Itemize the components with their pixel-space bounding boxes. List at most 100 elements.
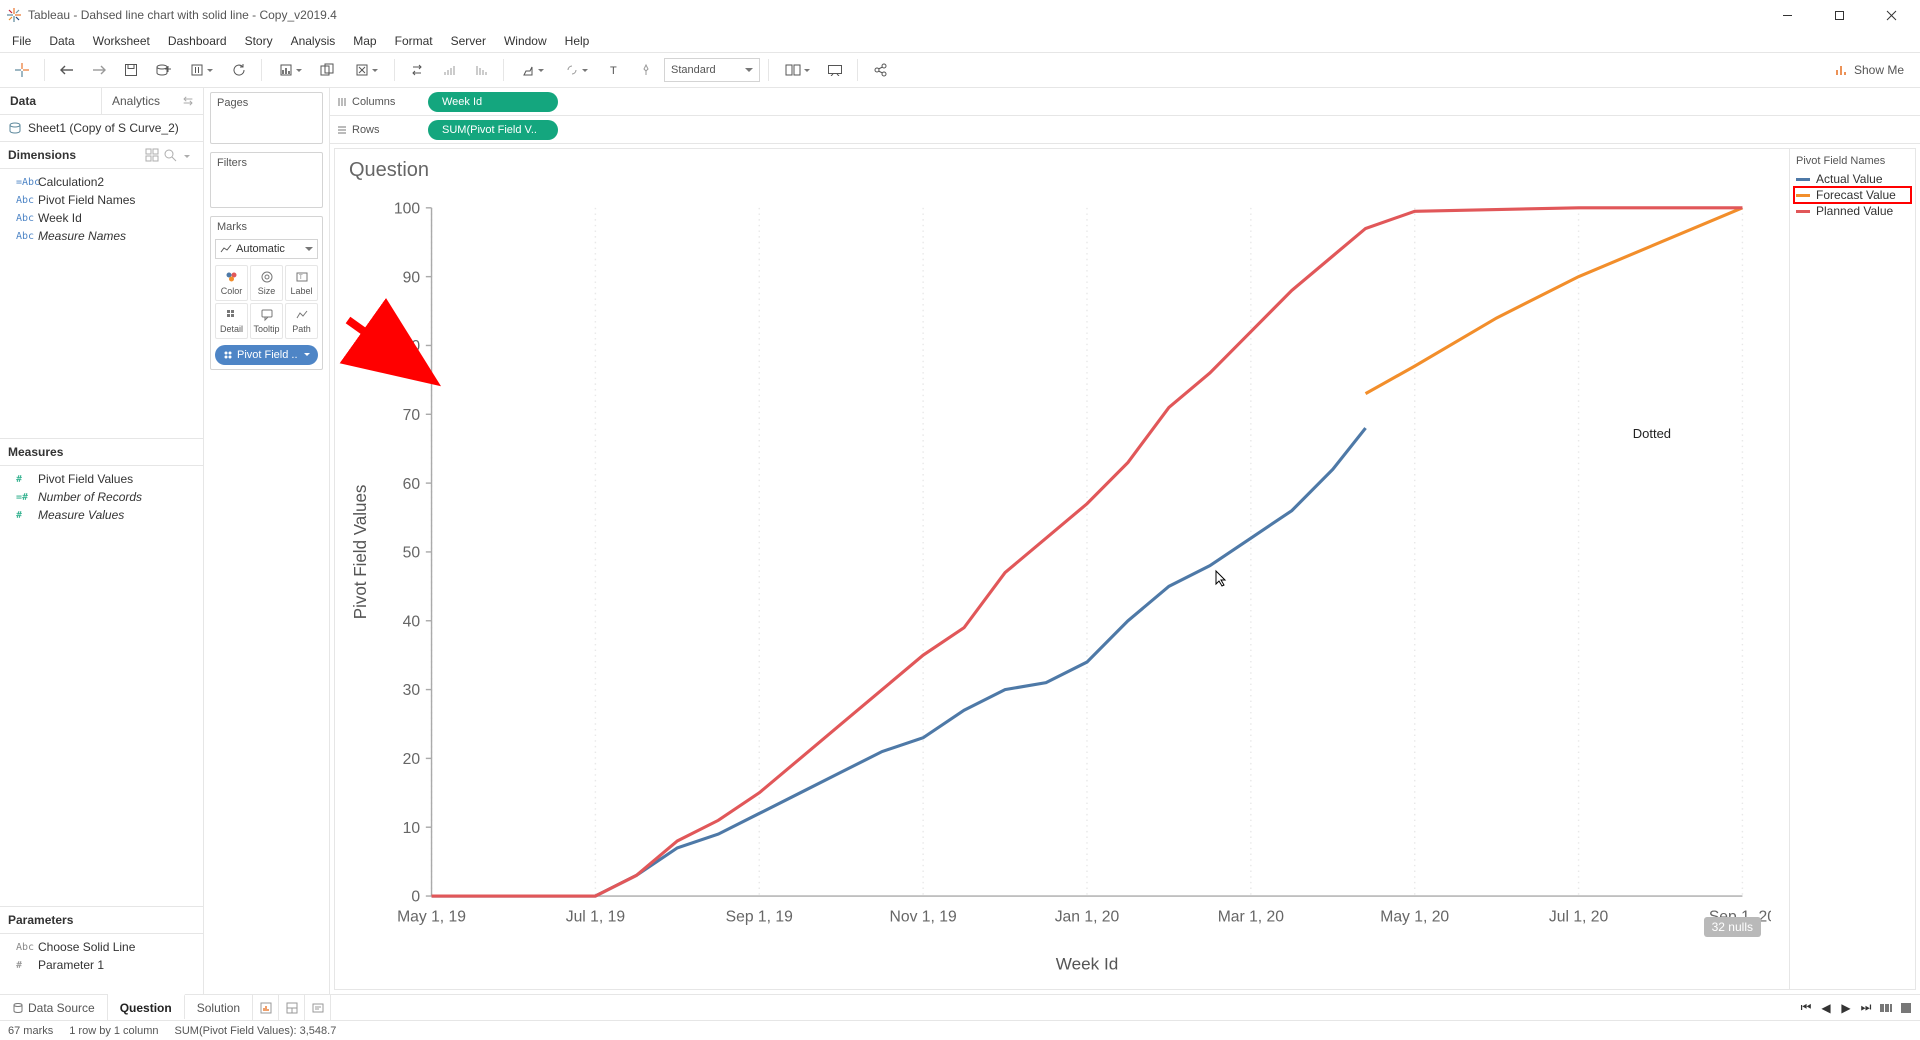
new-worksheet-icon[interactable]	[253, 995, 279, 1020]
undo-button[interactable]	[53, 56, 81, 84]
legend-item-forecast[interactable]: Forecast Value	[1794, 187, 1911, 203]
sort-asc-button[interactable]	[435, 56, 463, 84]
new-story-icon[interactable]	[305, 995, 331, 1020]
pages-shelf[interactable]: Pages	[210, 92, 323, 144]
redo-button[interactable]	[85, 56, 113, 84]
svg-text:90: 90	[403, 269, 421, 286]
presentation-button[interactable]	[821, 56, 849, 84]
menu-help[interactable]: Help	[557, 32, 598, 50]
field-pivot-field-names[interactable]: AbcPivot Field Names	[0, 191, 203, 209]
show-me-label: Show Me	[1854, 63, 1904, 77]
new-datasource-button[interactable]	[149, 56, 177, 84]
menu-map[interactable]: Map	[345, 32, 384, 50]
param-parameter-1[interactable]: #Parameter 1	[0, 956, 203, 974]
shelves-column: Pages Filters Marks Automatic Color Size…	[204, 88, 330, 994]
mark-detail-button[interactable]: Detail	[215, 303, 248, 339]
mark-type-select[interactable]: Automatic	[215, 239, 318, 259]
mark-color-button[interactable]: Color	[215, 265, 248, 301]
mark-path-button[interactable]: Path	[285, 303, 318, 339]
tab-data-source[interactable]: Data Source	[0, 995, 108, 1020]
titlebar: Tableau - Dahsed line chart with solid l…	[0, 0, 1920, 30]
svg-text:Nov 1, 19: Nov 1, 19	[890, 909, 957, 926]
datasource-name: Sheet1 (Copy of S Curve_2)	[28, 121, 179, 135]
columns-pill-week-id[interactable]: Week Id	[428, 92, 558, 112]
menu-analysis[interactable]: Analysis	[283, 32, 344, 50]
new-dashboard-icon[interactable]	[279, 995, 305, 1020]
menu-worksheet[interactable]: Worksheet	[85, 32, 158, 50]
menu-story[interactable]: Story	[237, 32, 281, 50]
text-button[interactable]: T	[600, 56, 628, 84]
search-icon[interactable]	[163, 148, 177, 162]
filters-shelf[interactable]: Filters	[210, 152, 323, 208]
clear-button[interactable]	[346, 56, 386, 84]
svg-text:50: 50	[403, 545, 421, 562]
field-measure-values[interactable]: #Measure Values	[0, 506, 203, 524]
pin-button[interactable]	[632, 56, 660, 84]
rows-shelf[interactable]: Rows SUM(Pivot Field V..	[330, 116, 1920, 144]
dimensions-list: =AbcCalculation2 AbcPivot Field Names Ab…	[0, 169, 203, 249]
legend-title: Pivot Field Names	[1794, 153, 1911, 171]
fit-select[interactable]: Standard	[664, 58, 760, 82]
new-worksheet-button[interactable]	[270, 56, 310, 84]
tab-first-icon[interactable]: ⏮	[1798, 1003, 1814, 1013]
show-cards-button[interactable]	[777, 56, 817, 84]
tableau-home-icon[interactable]	[8, 56, 36, 84]
field-calculation2[interactable]: =AbcCalculation2	[0, 173, 203, 191]
tab-solution[interactable]: Solution	[185, 995, 253, 1020]
menu-data[interactable]: Data	[41, 32, 82, 50]
tab-question[interactable]: Question	[108, 994, 185, 1019]
field-week-id[interactable]: AbcWeek Id	[0, 209, 203, 227]
tab-grid-icon[interactable]	[1898, 1003, 1914, 1013]
legend-item-planned[interactable]: Planned Value	[1794, 203, 1911, 219]
menu-server[interactable]: Server	[443, 32, 494, 50]
view-grid-icon[interactable]	[145, 148, 159, 162]
refresh-button[interactable]	[225, 56, 253, 84]
rows-pill-sum-pivot[interactable]: SUM(Pivot Field V..	[428, 120, 558, 140]
menu-dashboard[interactable]: Dashboard	[160, 32, 235, 50]
nulls-badge[interactable]: 32 nulls	[1704, 917, 1761, 937]
tab-prev-icon[interactable]: ◀	[1818, 1003, 1834, 1013]
viz-column: Columns Week Id Rows SUM(Pivot Field V..…	[330, 88, 1920, 994]
field-measure-names[interactable]: AbcMeasure Names	[0, 227, 203, 245]
mark-tooltip-button[interactable]: Tooltip	[250, 303, 283, 339]
save-button[interactable]	[117, 56, 145, 84]
highlight-button[interactable]	[512, 56, 552, 84]
datasource-row[interactable]: Sheet1 (Copy of S Curve_2)	[0, 115, 203, 142]
share-button[interactable]	[866, 56, 894, 84]
svg-text:May 1, 19: May 1, 19	[397, 909, 466, 926]
dimensions-menu-icon[interactable]	[181, 148, 195, 162]
mark-pill-pivot-field[interactable]: Pivot Field ..	[215, 345, 318, 365]
pause-updates-button[interactable]	[181, 56, 221, 84]
show-me-button[interactable]: Show Me	[1826, 63, 1912, 77]
close-button[interactable]	[1868, 0, 1914, 30]
tab-filmstrip-icon[interactable]	[1878, 1003, 1894, 1013]
maximize-button[interactable]	[1816, 0, 1862, 30]
duplicate-button[interactable]	[314, 56, 342, 84]
tab-next-icon[interactable]: ▶	[1838, 1003, 1854, 1013]
mark-size-button[interactable]: Size	[250, 265, 283, 301]
cursor-icon	[1214, 569, 1228, 587]
legend-item-actual[interactable]: Actual Value	[1794, 171, 1911, 187]
svg-text:T: T	[299, 275, 303, 281]
mark-label-button[interactable]: TLabel	[285, 265, 318, 301]
menu-format[interactable]: Format	[387, 32, 441, 50]
minimize-button[interactable]	[1764, 0, 1810, 30]
tab-analytics[interactable]: Analytics⇆	[102, 88, 203, 114]
chart-title[interactable]: Question	[343, 157, 1771, 188]
param-choose-solid-line[interactable]: AbcChoose Solid Line	[0, 938, 203, 956]
tab-data[interactable]: Data	[0, 88, 102, 114]
field-pivot-field-values[interactable]: #Pivot Field Values	[0, 470, 203, 488]
menu-window[interactable]: Window	[496, 32, 555, 50]
color-dots-icon	[223, 350, 233, 360]
toolbar: T Standard Show Me	[0, 52, 1920, 88]
svg-text:Jul 1, 20: Jul 1, 20	[1549, 909, 1609, 926]
menu-file[interactable]: File	[4, 32, 39, 50]
field-number-of-records[interactable]: =#Number of Records	[0, 488, 203, 506]
swap-button[interactable]	[403, 56, 431, 84]
sort-desc-button[interactable]	[467, 56, 495, 84]
svg-text:Pivot Field Values: Pivot Field Values	[351, 485, 370, 620]
columns-shelf[interactable]: Columns Week Id	[330, 88, 1920, 116]
chart-canvas[interactable]: May 1, 19Jul 1, 19Sep 1, 19Nov 1, 19Jan …	[343, 188, 1771, 981]
tab-last-icon[interactable]: ⏭	[1858, 1003, 1874, 1013]
group-button[interactable]	[556, 56, 596, 84]
